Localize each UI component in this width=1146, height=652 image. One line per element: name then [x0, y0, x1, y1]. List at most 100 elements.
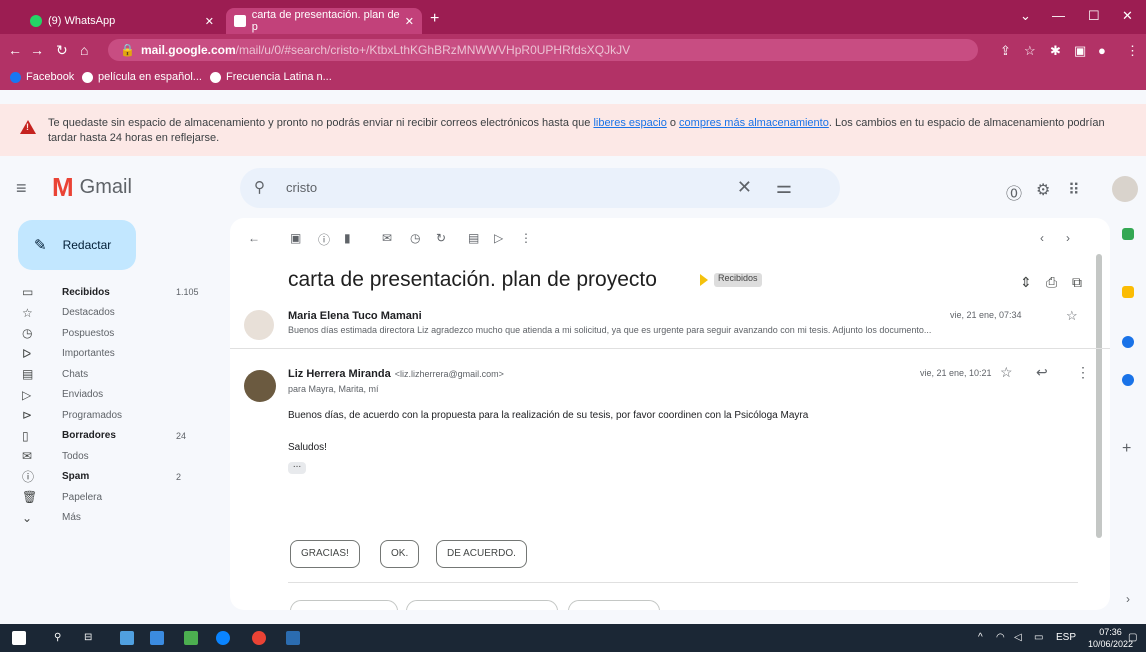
forward-button[interactable]: → [30, 42, 44, 58]
show-trimmed-content-button[interactable]: ... [288, 460, 306, 474]
more-options-icon[interactable]: ⋮ [1076, 364, 1090, 381]
tab-whatsapp[interactable]: (9) WhatsApp ✕ [22, 8, 222, 34]
star-icon[interactable]: ☆ [1066, 308, 1078, 324]
avatar[interactable] [1112, 176, 1138, 202]
search-input[interactable]: cristo [286, 180, 317, 195]
sidebar-item-borradores[interactable]: ▯ Borradores 24 [0, 426, 220, 447]
collapsed-message[interactable]: Maria Elena Tuco Mamani Buenos días esti… [230, 306, 1110, 346]
search-bar[interactable]: ⚲ cristo ✕ ⚌ [240, 168, 840, 208]
important-marker-icon[interactable] [700, 274, 708, 286]
gmail-logo[interactable]: M Gmail [52, 172, 132, 203]
reply-all-action-button[interactable] [406, 600, 558, 610]
sidebar-item-programados[interactable]: ⊳ Programados [0, 405, 220, 426]
search-icon[interactable]: ⚲ [254, 178, 265, 196]
bookmark-frecuencia[interactable]: Frecuencia Latina n... [210, 71, 332, 83]
contacts-icon[interactable] [1122, 374, 1134, 386]
star-icon[interactable]: ☆ [1000, 364, 1013, 381]
help-icon[interactable]: ⓪ [1006, 180, 1022, 204]
search-options-icon[interactable]: ⚌ [776, 177, 792, 198]
sidebar-item-todos[interactable]: ✉ Todos [0, 446, 220, 467]
store-icon[interactable] [184, 631, 198, 645]
older-icon[interactable]: ‹ [1040, 231, 1044, 245]
reload-button[interactable]: ↻ [56, 42, 68, 59]
bookmark-pelicula[interactable]: película en español... [82, 71, 202, 83]
back-button[interactable]: ← [8, 42, 22, 58]
sidebar-item-spam[interactable]: ⓘ Spam 2 [0, 467, 220, 488]
label-icon[interactable]: ▷ [494, 231, 503, 245]
recipients[interactable]: para Mayra, Marita, mí [288, 384, 379, 394]
wifi-icon[interactable]: ◠ [996, 632, 1005, 643]
close-icon[interactable]: ✕ [405, 15, 414, 28]
calculator-icon[interactable] [120, 631, 134, 645]
smart-reply-button[interactable]: OK. [380, 540, 420, 568]
chrome-icon[interactable] [252, 631, 266, 645]
bookmark-facebook[interactable]: Facebook [10, 71, 74, 83]
word-icon[interactable] [286, 631, 300, 645]
smart-reply-button[interactable]: DE ACUERDO. [436, 540, 527, 568]
scrollbar[interactable] [1096, 254, 1102, 538]
report-spam-icon[interactable]: ⓘ [318, 231, 330, 248]
chevron-down-icon[interactable]: ⌄ [1020, 8, 1031, 24]
language-indicator[interactable]: ESP [1056, 632, 1076, 643]
sidebar-item-recibidos[interactable]: ▭ Recibidos 1.105 [0, 282, 220, 303]
close-window-button[interactable]: ✕ [1122, 8, 1133, 24]
share-icon[interactable]: ⇪ [1000, 43, 1011, 59]
kebab-menu-icon[interactable]: ⋮ [1126, 43, 1139, 59]
buy-storage-link[interactable]: compres más almacenamiento [679, 117, 829, 129]
expand-all-icon[interactable]: ⇕ [1020, 274, 1032, 291]
more-options-icon[interactable]: ⋮ [520, 231, 532, 245]
edge-icon[interactable] [216, 631, 230, 645]
add-addon-icon[interactable]: + [1122, 440, 1131, 458]
smart-reply-button[interactable]: GRACIAS! [290, 540, 360, 568]
sidebar-item-pospuestos[interactable]: ◷ Pospuestos [0, 323, 220, 344]
calendar-icon[interactable] [1122, 228, 1134, 240]
home-button[interactable]: ⌂ [80, 42, 88, 58]
close-icon[interactable]: ✕ [205, 15, 214, 28]
chevron-right-icon[interactable]: › [1126, 592, 1130, 606]
url-field[interactable]: 🔒 mail.google.com/mail/u/0/#search/cristo… [108, 39, 978, 61]
sidebar-item-importantes[interactable]: ᐅ Importantes [0, 344, 220, 365]
back-arrow-icon[interactable]: ← [248, 231, 260, 245]
extensions-icon[interactable]: ✱ [1050, 43, 1061, 59]
trash-icon[interactable]: ▮ [344, 231, 351, 245]
maximize-button[interactable]: ☐ [1088, 8, 1100, 24]
clear-search-icon[interactable]: ✕ [737, 177, 752, 198]
sidebar-item-papelera[interactable]: 🗑 Papelera [0, 487, 220, 508]
sidebar-item-enviados[interactable]: ▷ Enviados [0, 385, 220, 406]
sidebar-item-destacados[interactable]: ☆ Destacados [0, 303, 220, 324]
battery-icon[interactable]: ▭ [1034, 632, 1043, 643]
tab-gmail[interactable]: carta de presentación. plan de p ✕ [226, 8, 422, 34]
print-icon[interactable]: ⎙ [1046, 274, 1057, 291]
volume-icon[interactable]: ◁ [1014, 632, 1022, 643]
mark-unread-icon[interactable]: ✉ [382, 231, 392, 245]
reply-action-button[interactable] [290, 600, 398, 610]
star-icon[interactable]: ☆ [1024, 43, 1036, 59]
reply-icon[interactable]: ↩ [1036, 364, 1048, 381]
notifications-icon[interactable]: ▢ [1128, 632, 1137, 643]
profile-icon[interactable]: ● [1098, 43, 1106, 58]
newer-icon[interactable]: › [1066, 231, 1070, 245]
clock[interactable]: 07:36 10/06/2022 [1088, 626, 1133, 650]
add-task-icon[interactable]: ↻ [436, 231, 446, 245]
snooze-icon[interactable]: ◷ [410, 231, 420, 245]
keep-icon[interactable] [1122, 286, 1134, 298]
compose-button[interactable]: ✎ Redactar [18, 220, 136, 270]
mail-app-icon[interactable] [150, 631, 164, 645]
tasks-icon[interactable] [1122, 336, 1134, 348]
free-space-link[interactable]: liberes espacio [593, 117, 666, 129]
chevron-up-icon[interactable]: ^ [978, 632, 983, 643]
main-menu-icon[interactable]: ≡ [16, 178, 27, 199]
search-icon[interactable]: ⚲ [54, 632, 61, 643]
sidebar-item-chats[interactable]: ▤ Chats [0, 364, 220, 385]
gear-icon[interactable]: ⚙ [1036, 180, 1050, 200]
open-new-window-icon[interactable]: ⧉ [1072, 274, 1082, 291]
sidebar-item-mas[interactable]: ⌄ Más [0, 508, 220, 529]
move-to-icon[interactable]: ▤ [468, 231, 479, 245]
apps-grid-icon[interactable]: ⠿ [1068, 180, 1080, 200]
sidepanel-icon[interactable]: ▣ [1074, 43, 1086, 59]
label-chip[interactable]: Recibidos [714, 273, 762, 287]
task-view-icon[interactable]: ⊟ [84, 632, 92, 643]
new-tab-button[interactable]: + [430, 10, 439, 28]
forward-action-button[interactable] [568, 600, 660, 610]
minimize-button[interactable]: — [1052, 8, 1065, 23]
